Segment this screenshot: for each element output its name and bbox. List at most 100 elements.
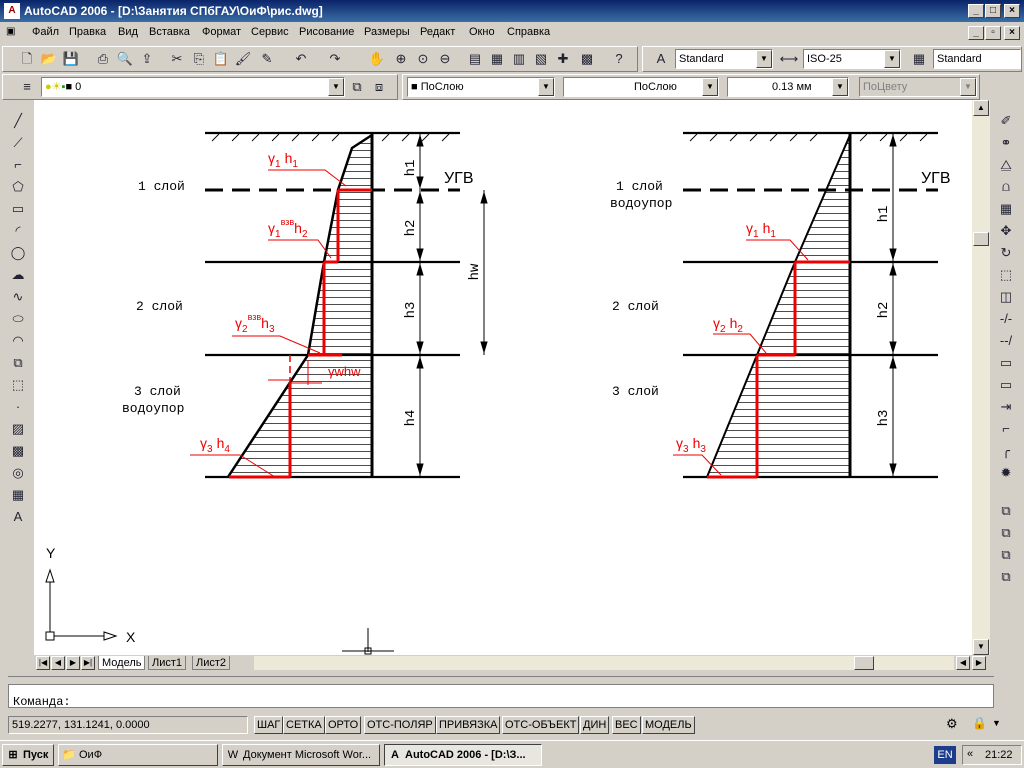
task-folder[interactable]: 📁 ОиФ [58, 744, 218, 766]
tab-model[interactable]: Модель [98, 656, 146, 670]
make-current-layer-icon[interactable]: ⧉ [347, 77, 367, 97]
send-to-back-icon[interactable]: ⧉ [996, 523, 1016, 544]
rectangle-icon[interactable]: ▭ [8, 199, 28, 220]
sheet-set-icon[interactable]: ▧ [531, 49, 551, 69]
tray-expand-icon[interactable]: « [967, 748, 973, 760]
menu-modify[interactable]: Редакт [420, 26, 455, 38]
open-icon[interactable]: 📂 [39, 49, 59, 69]
menu-format[interactable]: Формат [202, 26, 241, 38]
pan-icon[interactable]: ✋ [367, 49, 387, 69]
ellipse-arc-icon[interactable]: ◠ [8, 331, 28, 352]
chamfer-icon[interactable]: ⌐ [996, 419, 1016, 440]
tab-layout2[interactable]: Лист2 [192, 656, 231, 670]
task-word[interactable]: W Документ Microsoft Wor... [222, 744, 380, 766]
extend-icon[interactable]: --/ [996, 331, 1016, 352]
copy-object-icon[interactable]: ⚭ [996, 133, 1016, 154]
status-menu-arrow-icon[interactable]: ▼ [992, 718, 1001, 728]
construction-line-icon[interactable]: ⟋ [8, 133, 28, 154]
polygon-icon[interactable]: ⬠ [8, 177, 28, 198]
array-icon[interactable]: ▦ [996, 199, 1016, 220]
osnap-button[interactable]: ПРИВЯЗКА [436, 716, 501, 734]
undo-icon[interactable]: ↶ [291, 49, 311, 69]
chevron-down-icon[interactable]: ▼ [328, 78, 344, 96]
design-center-icon[interactable]: ▦ [487, 49, 507, 69]
first-tab-button[interactable]: |◀ [36, 656, 50, 670]
menu-tools[interactable]: Сервис [251, 26, 289, 38]
drawing-canvas[interactable]: 1 слой 2 слой 3 слой водоупор УГВ h1 h2 … [34, 100, 972, 655]
chevron-down-icon[interactable]: ▼ [538, 78, 554, 96]
match-properties-icon[interactable]: 🖌 [233, 49, 253, 69]
move-icon[interactable]: ✥ [996, 221, 1016, 242]
point-icon[interactable]: · [8, 397, 28, 418]
zoom-previous-icon[interactable]: ⊖ [435, 49, 455, 69]
zoom-window-icon[interactable]: ⊙ [413, 49, 433, 69]
menu-draw[interactable]: Рисование [299, 26, 354, 38]
menu-window[interactable]: Окно [469, 26, 495, 38]
linetype-select[interactable]: ПоСлою ▼ [563, 77, 719, 97]
dim-style-icon[interactable]: ⟷ [779, 49, 799, 69]
tool-palettes-icon[interactable]: ▥ [509, 49, 529, 69]
maximize-button[interactable]: □ [985, 4, 1001, 18]
tab-layout1[interactable]: Лист1 [148, 656, 187, 670]
command-line[interactable]: Команда: [8, 684, 994, 709]
scale-icon[interactable]: ⬚ [996, 265, 1016, 286]
spline-icon[interactable]: ∿ [8, 287, 28, 308]
layer-manager-icon[interactable]: ≡ [17, 77, 37, 97]
doc-minimize-button[interactable]: _ [968, 26, 984, 40]
explode-icon[interactable]: ✹ [996, 463, 1016, 484]
chevron-down-icon[interactable]: ▼ [702, 78, 718, 96]
lock-icon[interactable]: 🔒 [972, 716, 987, 730]
close-button[interactable]: × [1004, 4, 1020, 18]
cut-icon[interactable]: ✂ [167, 49, 187, 69]
hatch-icon[interactable]: ▨ [8, 419, 28, 440]
minimize-button[interactable]: _ [968, 4, 984, 18]
layer-previous-icon[interactable]: ⧈ [369, 77, 389, 97]
scroll-right-button[interactable]: ▶ [972, 656, 986, 670]
stretch-icon[interactable]: ◫ [996, 287, 1016, 308]
markup-icon[interactable]: ✚ [553, 49, 573, 69]
snap-button[interactable]: ШАГ [254, 716, 284, 734]
polar-button[interactable]: ОТС-ПОЛЯР [364, 716, 436, 734]
otrack-button[interactable]: ОТС-ОБЪЕКТ [502, 716, 580, 734]
calculator-icon[interactable]: ▩ [577, 49, 597, 69]
new-icon[interactable]: 🗋 [17, 49, 37, 69]
region-icon[interactable]: ◎ [8, 463, 28, 484]
start-button[interactable]: ⊞ Пуск [2, 744, 54, 766]
scroll-thumb-v[interactable] [973, 232, 989, 246]
vertical-scrollbar[interactable]: ▲ ▼ [972, 100, 990, 655]
layer-select[interactable]: ●☀▪■ 0 ▼ [41, 77, 345, 97]
model-button[interactable]: МОДЕЛЬ [642, 716, 695, 734]
break-point-icon[interactable]: ▭ [996, 353, 1016, 374]
make-block-icon[interactable]: ⬚ [8, 375, 28, 396]
block-editor-icon[interactable]: ✎ [257, 49, 277, 69]
menu-help[interactable]: Справка [507, 26, 550, 38]
menu-view[interactable]: Вид [118, 26, 138, 38]
chevron-down-icon[interactable]: ▼ [756, 50, 772, 68]
dim-style-select[interactable]: ISO-25 ▼ [803, 49, 901, 69]
clock[interactable]: 21:22 [985, 749, 1013, 761]
erase-icon[interactable]: ✐ [996, 111, 1016, 132]
publish-icon[interactable]: ⇪ [137, 49, 157, 69]
break-icon[interactable]: ▭ [996, 375, 1016, 396]
revision-cloud-icon[interactable]: ☁ [8, 265, 28, 286]
lwt-button[interactable]: ВЕС [612, 716, 641, 734]
polyline-icon[interactable]: ⌐ [8, 155, 28, 176]
scroll-left-button[interactable]: ◀ [956, 656, 970, 670]
doc-restore-button[interactable]: ▫ [985, 26, 1001, 40]
properties-icon[interactable]: ▤ [465, 49, 485, 69]
trim-icon[interactable]: -/- [996, 309, 1016, 330]
menu-edit[interactable]: Правка [69, 26, 106, 38]
language-indicator[interactable]: EN [934, 746, 956, 764]
table-style-icon[interactable]: ▦ [909, 49, 929, 69]
zoom-realtime-icon[interactable]: ⊕ [391, 49, 411, 69]
next-tab-button[interactable]: ▶ [66, 656, 80, 670]
redo-icon[interactable]: ↷ [325, 49, 345, 69]
lineweight-select[interactable]: 0.13 мм ▼ [727, 77, 849, 97]
document-icon[interactable]: ▣ [6, 26, 15, 37]
table-style-select[interactable]: Standard [933, 49, 1021, 69]
copy-icon[interactable]: ⎘ [189, 49, 209, 69]
menu-file[interactable]: Файл [32, 26, 59, 38]
ellipse-icon[interactable]: ⬭ [8, 309, 28, 330]
scroll-thumb-h[interactable] [854, 656, 874, 670]
help-icon[interactable]: ? [609, 49, 629, 69]
